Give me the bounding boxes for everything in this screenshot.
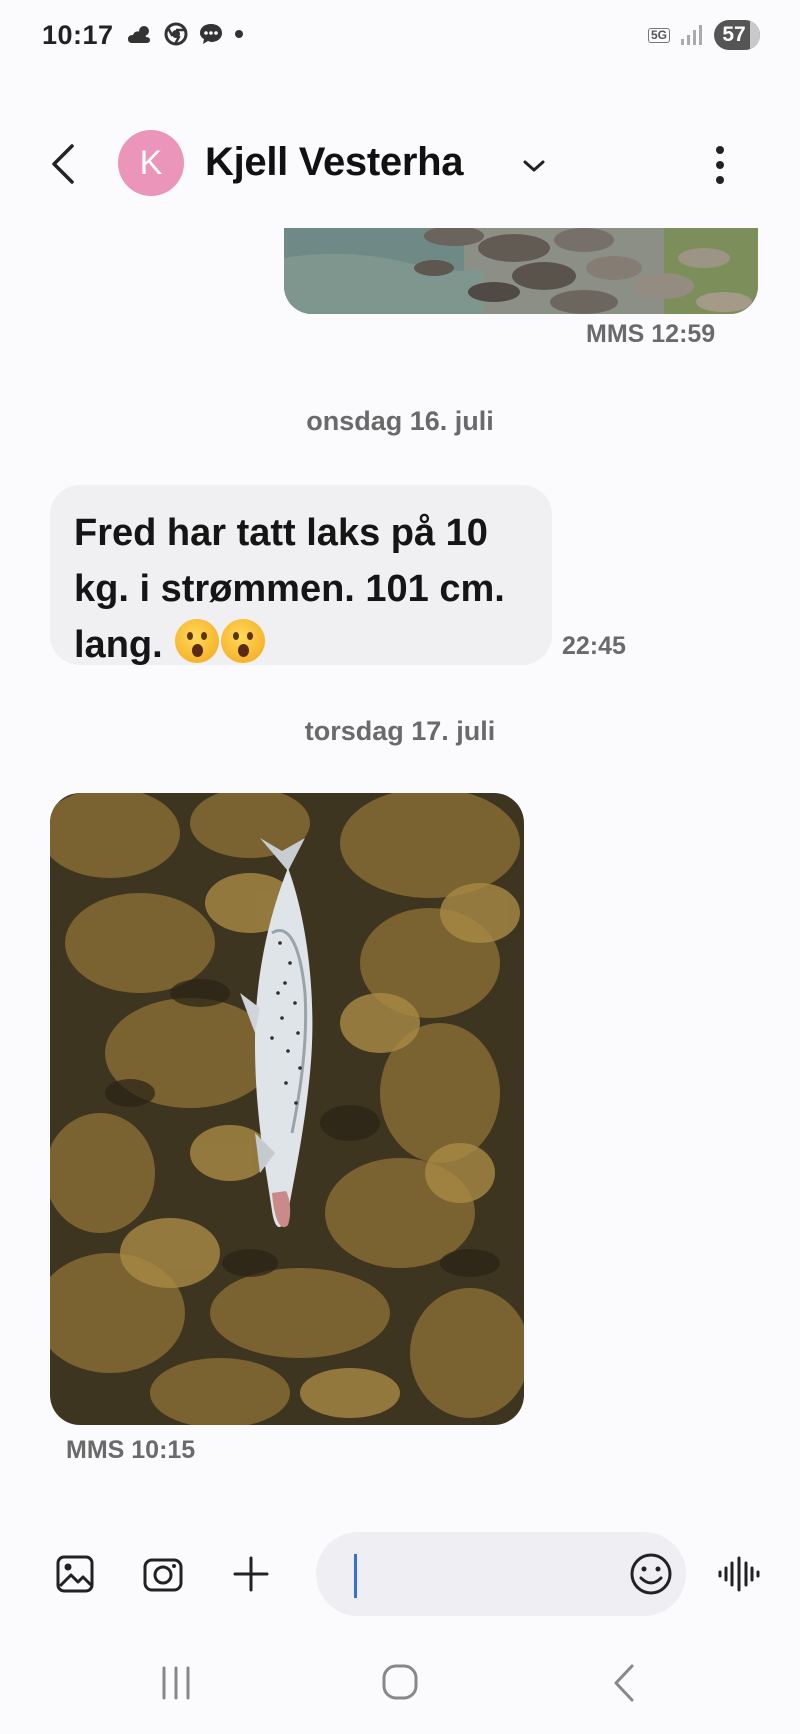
contact-details-dropdown[interactable] [520,154,548,178]
voice-waveform-icon [718,1556,760,1592]
message-input-box[interactable] [316,1532,686,1616]
back-button[interactable] [44,138,84,188]
message-composer [0,1520,800,1630]
back-arrow-icon [52,144,74,184]
more-notifications-dot-icon [235,30,243,38]
back-chevron-icon [614,1664,634,1702]
status-time: 10:17 [42,20,114,50]
system-back-button[interactable] [594,1658,654,1708]
salmon-photo-image [50,793,524,1425]
battery-indicator: 57 [714,20,760,50]
message-input[interactable] [346,1552,606,1596]
voice-message-button[interactable] [714,1549,764,1599]
recent-apps-button[interactable] [146,1658,206,1708]
conversation-header: K Kjell Vesterha [0,110,800,210]
top-image-timestamp: MMS 12:59 [586,320,716,348]
recent-apps-icon [162,1666,190,1700]
plus-icon [233,1556,269,1592]
home-button[interactable] [370,1658,430,1708]
more-options-button[interactable] [700,140,740,190]
more-vertical-icon [716,146,724,184]
received-image-attachment[interactable] [50,793,524,1425]
received-image-timestamp: MMS 10:15 [66,1436,196,1464]
date-separator: onsdag 16. juli [306,406,494,436]
status-bar: 10:17 5G 57 [0,0,800,80]
attach-more-button[interactable] [226,1549,276,1599]
date-separator: torsdag 17. juli [304,716,496,746]
weather-icon [128,26,150,43]
messaging-screen: 10:17 5G 57 K Kjell Vesterha MMS 12:59 o… [0,0,800,1734]
signal-icon [681,25,702,45]
chevron-down-icon [523,160,545,172]
camera-button[interactable] [138,1549,188,1599]
river-rocks-image [284,228,758,314]
home-icon [382,1664,418,1700]
emoji-button[interactable] [626,1549,676,1599]
astonished-emoji-icon [221,619,266,663]
contact-avatar[interactable]: K [118,130,184,196]
system-navigation-bar [0,1630,800,1734]
smiley-face-icon [630,1553,672,1595]
sent-image-attachment[interactable] [284,228,758,314]
image-gallery-icon [56,1555,94,1593]
message-notification-icon [200,24,222,44]
contact-name[interactable]: Kjell Vesterha [205,140,463,185]
astonished-emoji-icon [175,619,220,663]
incoming-message-text: Fred har tatt laks på 10 kg. i strømmen.… [74,512,505,666]
chrome-icon [164,22,188,46]
camera-icon [143,1558,183,1592]
incoming-message-time: 22:45 [562,632,626,660]
gallery-button[interactable] [50,1549,100,1599]
text-cursor [354,1554,357,1598]
network-type: 5G [647,27,670,43]
incoming-message-bubble[interactable]: Fred har tatt laks på 10 kg. i strømmen.… [50,485,552,666]
